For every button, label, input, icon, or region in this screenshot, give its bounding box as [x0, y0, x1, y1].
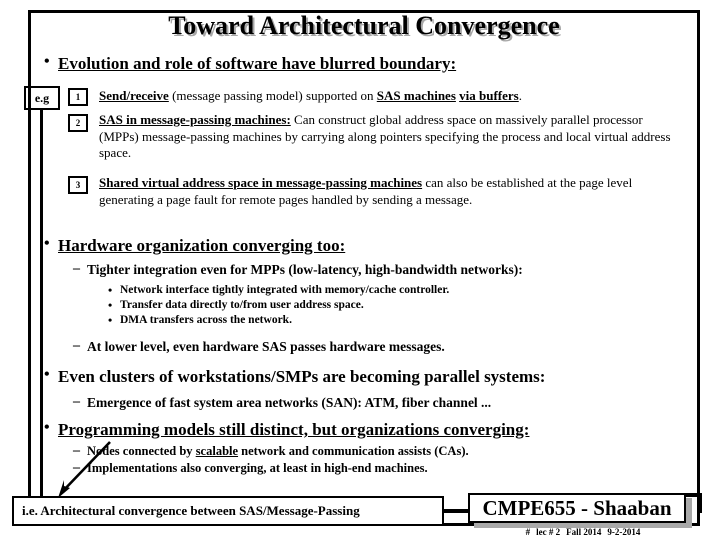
footer-meta: # lec # 2 Fall 2014 9-2-2014: [468, 527, 698, 537]
item-1-hl-sas: SAS machines: [376, 88, 456, 103]
hardware-heading-text: Hardware organization converging too:: [58, 236, 346, 255]
bullet-programming-heading: • Programming models still distinct, but…: [44, 420, 694, 440]
item-1-rest: (message passing model) supported on: [168, 88, 377, 103]
hardware-sub-1: – Tighter integration even for MPPs (low…: [73, 262, 673, 278]
footer-connector-line: [444, 509, 468, 513]
page-title: Toward Architectural Convergence: [168, 11, 560, 40]
programming-sub-1-post: network and communication assists (CAs).: [238, 444, 469, 458]
footer-note-box: i.e. Architectural convergence between S…: [12, 496, 444, 526]
bullet-hardware-heading: • Hardware organization converging too:: [44, 236, 664, 256]
bullet-dash-icon: –: [73, 261, 80, 276]
item-number-1: 1: [68, 88, 88, 106]
evolution-item-1: Send/receive (message passing model) sup…: [99, 88, 669, 105]
hardware-subsub-1-text: Network interface tightly integrated wit…: [120, 284, 450, 296]
bullet-dot-icon: •: [44, 366, 50, 383]
evolution-item-2: SAS in message-passing machines: Can con…: [99, 112, 679, 162]
bullet-dot-icon: •: [44, 235, 50, 252]
item-1-hl-buffers: via buffers: [459, 88, 519, 103]
bullet-dash-icon: –: [73, 394, 80, 409]
item-1-period: .: [518, 88, 522, 103]
hardware-subsub-1: • Network interface tightly integrated w…: [108, 284, 668, 298]
eg-callout-box: e.g: [24, 86, 60, 110]
hardware-subsub-2-text: Transfer data directly to/from user addr…: [120, 299, 364, 311]
programming-sub-2: – Implementations also converging, at le…: [73, 461, 673, 476]
clusters-heading-text: Even clusters of workstations/SMPs are b…: [58, 367, 546, 386]
footer-course-box: CMPE655 - Shaaban: [468, 493, 686, 523]
hardware-sub-2-text: At lower level, even hardware SAS passes…: [87, 339, 445, 354]
evolution-item-3: Shared virtual address space in message-…: [99, 175, 687, 208]
item-number-3: 3: [68, 176, 88, 194]
item-number-2: 2: [68, 114, 88, 132]
bullet-evolution-heading: • Evolution and role of software have bl…: [44, 54, 664, 74]
programming-sub-1: – Nodes connected by scalable network an…: [73, 444, 673, 459]
bullet-small-dot-icon: •: [108, 313, 113, 327]
evolution-heading-text: Evolution and role of software have blur…: [58, 54, 457, 73]
hardware-sub-1-text: Tighter integration even for MPPs (low-l…: [87, 262, 523, 277]
footer-meta-hash: #: [525, 527, 531, 537]
hardware-subsub-2: • Transfer data directly to/from user ad…: [108, 299, 668, 313]
footer-meta-lecture: lec # 2: [536, 527, 561, 537]
programming-sub-1-text: Nodes connected by scalable network and …: [87, 444, 673, 459]
footer-meta-term: Fall 2014: [566, 527, 602, 537]
programming-heading-text: Programming models still distinct, but o…: [58, 420, 530, 439]
item-3-lead: Shared virtual address space in message-…: [99, 175, 423, 190]
clusters-sub-1-text: Emergence of fast system area networks (…: [87, 395, 492, 410]
bullet-small-dot-icon: •: [108, 298, 113, 312]
footer-course-tab-side: [698, 493, 702, 513]
bullet-small-dot-icon: •: [108, 283, 113, 297]
hardware-sub-2: – At lower level, even hardware SAS pass…: [73, 339, 673, 355]
clusters-sub-1: – Emergence of fast system area networks…: [73, 395, 683, 411]
footer-meta-date: 9-2-2014: [607, 527, 641, 537]
programming-sub-2-text: Implementations also converging, at leas…: [87, 461, 428, 475]
programming-sub-1-highlight: scalable: [195, 444, 239, 458]
bullet-dot-icon: •: [44, 419, 50, 436]
bullet-clusters-heading: • Even clusters of workstations/SMPs are…: [44, 367, 684, 387]
item-1-lead: Send/receive: [99, 88, 169, 103]
item-2-lead: SAS in message-passing machines:: [99, 112, 291, 127]
bullet-dash-icon: –: [73, 338, 80, 353]
hardware-subsub-3: • DMA transfers across the network.: [108, 314, 668, 328]
hardware-subsub-3-text: DMA transfers across the network.: [120, 314, 292, 326]
bullet-dot-icon: •: [44, 53, 50, 70]
slide-canvas: Toward Architectural Convergence • Evolu…: [0, 0, 720, 540]
